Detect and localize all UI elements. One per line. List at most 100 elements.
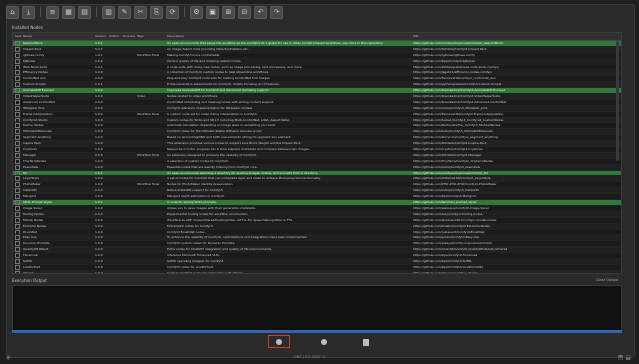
toolbar-button-icon[interactable]: ▦	[62, 5, 75, 19]
column-header[interactable]: URL	[411, 33, 621, 40]
toolbar-button-icon[interactable]: ▥	[102, 5, 115, 19]
row-checkbox[interactable]	[15, 235, 20, 241]
run-button[interactable]	[268, 335, 290, 348]
row-checkbox[interactable]	[15, 164, 20, 170]
cell-ver: 1.0.0	[95, 264, 103, 269]
toolbar-button-icon[interactable]: ⎘	[150, 5, 163, 19]
cell-name: Essentials	[23, 164, 39, 169]
cell-url: https://github.com/cubiq/ComfyUI_essenti…	[413, 164, 481, 169]
row-checkbox[interactable]	[15, 270, 20, 273]
toolbar-button-icon[interactable]: ⊟	[238, 5, 251, 19]
row-select-cell	[13, 88, 21, 94]
toolbar-button-icon[interactable]: ⌂	[6, 5, 19, 19]
toolbar-button-icon[interactable]: ↶	[254, 5, 267, 19]
toolbar-button-icon[interactable]: ⚙	[190, 5, 203, 19]
row-checkbox[interactable]	[15, 229, 20, 235]
cell-name: Crystools	[23, 147, 37, 152]
column-header[interactable]: Tags	[135, 33, 165, 40]
column-header[interactable]: Author	[107, 33, 121, 40]
row-checkbox[interactable]	[15, 117, 20, 123]
cell-url: https://github.com/nullquant/ComfyUI-Bru…	[413, 229, 485, 234]
toolbar-button-icon[interactable]: ⟳	[166, 5, 179, 19]
column-header[interactable]: Description	[165, 33, 411, 40]
row-checkbox[interactable]	[15, 205, 20, 211]
row-checkbox[interactable]	[15, 64, 20, 70]
cell-tag: Workflow Tools	[137, 182, 160, 187]
cell-desc: Marigold depth estimation in ComfyUI.	[167, 194, 225, 199]
cell-ver: 1.0.0	[95, 147, 103, 152]
cell-tag	[135, 123, 165, 128]
column-header[interactable]: Name	[21, 33, 93, 40]
row-checkbox[interactable]	[15, 58, 20, 64]
toolbar-button-icon[interactable]: ▤	[78, 5, 91, 19]
cell-desc: Resources monitor, progress bar & time e…	[167, 147, 310, 152]
cell-auth	[107, 106, 121, 111]
row-checkbox[interactable]	[15, 46, 20, 52]
table-scrollbar[interactable]	[616, 41, 619, 161]
status-bar: ◈ DNS | 0.2.0000 'V' ⬒ ⬓	[0, 352, 639, 364]
row-checkbox[interactable]	[15, 223, 20, 229]
row-checkbox[interactable]	[15, 99, 20, 105]
row-checkbox[interactable]	[15, 88, 20, 94]
row-checkbox[interactable]	[15, 94, 20, 99]
row-checkbox[interactable]	[15, 247, 20, 253]
row-checkbox[interactable]	[15, 76, 20, 82]
cell-name: VideoHelperSuite	[23, 94, 49, 99]
row-checkbox[interactable]	[15, 141, 20, 147]
row-checkbox[interactable]	[15, 176, 20, 182]
cell-dl	[121, 47, 135, 52]
log-button[interactable]	[360, 336, 372, 348]
row-checkbox[interactable]	[15, 211, 20, 217]
table-row[interactable]: Ollama 1.0.0 Custom ComfyUI nodes for inte…	[13, 270, 621, 273]
row-checkbox[interactable]	[15, 105, 20, 111]
row-checkbox[interactable]	[15, 158, 20, 164]
row-checkbox[interactable]	[15, 129, 20, 135]
row-checkbox[interactable]	[15, 123, 20, 129]
row-checkbox[interactable]	[15, 182, 20, 188]
cell-name: Comfyroll Studio	[23, 117, 48, 122]
row-checkbox[interactable]	[15, 70, 20, 76]
row-checkbox[interactable]	[15, 111, 20, 117]
cell-url: https://github.com/Zuellni/ComfyUI-ExLla…	[413, 223, 491, 228]
toolbar-button-icon[interactable]: ✎	[118, 5, 131, 19]
clear-output-link[interactable]: Clear Output	[596, 278, 618, 282]
row-checkbox[interactable]	[15, 135, 20, 141]
stop-button[interactable]	[318, 336, 330, 348]
toolbar-button-icon[interactable]: ⊞	[222, 5, 235, 19]
column-header[interactable]: Version	[93, 33, 107, 40]
toolbar-button-icon[interactable]: ⤓	[22, 5, 35, 19]
toolbar-button-icon[interactable]: ≡	[46, 5, 59, 19]
row-checkbox[interactable]	[15, 41, 20, 46]
row-checkbox[interactable]	[15, 200, 20, 205]
cell-dl	[121, 59, 135, 64]
cell-auth	[107, 123, 121, 128]
toolbar-button-icon[interactable]: ✂	[134, 5, 147, 19]
row-checkbox[interactable]	[15, 188, 20, 194]
cell-auth	[107, 182, 121, 187]
row-checkbox[interactable]	[15, 217, 20, 223]
row-checkbox[interactable]	[15, 258, 20, 264]
row-checkbox[interactable]	[15, 152, 20, 158]
row-select-cell	[13, 82, 21, 88]
row-select-cell	[13, 194, 21, 200]
row-checkbox[interactable]	[15, 82, 20, 88]
cell-auth	[107, 112, 121, 117]
cell-name: rgthree-comfy	[23, 52, 45, 57]
row-checkbox[interactable]	[15, 253, 20, 258]
column-header[interactable]: Downloads	[121, 33, 135, 40]
row-checkbox[interactable]	[15, 52, 20, 58]
row-checkbox[interactable]	[15, 194, 20, 200]
row-checkbox[interactable]	[15, 147, 20, 152]
cell-ver: 1.0.0	[95, 258, 103, 263]
status-window-icons[interactable]: ⬒ ⬓	[618, 354, 631, 361]
cell-dl	[121, 41, 135, 46]
row-checkbox[interactable]	[15, 264, 20, 270]
column-header[interactable]: Select	[13, 33, 21, 40]
toolbar-button-icon[interactable]: ↷	[270, 5, 283, 19]
cell-desc: An open-source node that saves the workf…	[167, 41, 384, 45]
row-checkbox[interactable]	[15, 241, 20, 247]
row-checkbox[interactable]	[15, 170, 20, 176]
toolbar-button-icon[interactable]: ▣	[206, 5, 219, 19]
cell-name: Segment Anything	[23, 135, 51, 140]
cell-dl	[121, 230, 135, 235]
